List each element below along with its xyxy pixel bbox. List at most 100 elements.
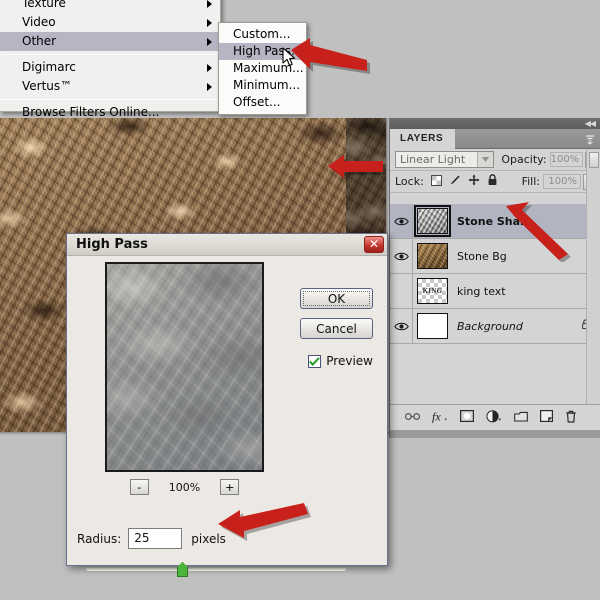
layer-style-fx-icon[interactable]: fx xyxy=(432,409,448,426)
menu-separator xyxy=(2,99,218,100)
lock-label: Lock: xyxy=(395,175,424,188)
high-pass-preview-image xyxy=(107,264,262,470)
eye-icon xyxy=(393,322,409,330)
menu-item-label: Video xyxy=(22,15,56,29)
layer-name[interactable]: Background xyxy=(457,320,581,333)
layer-thumbnail[interactable]: KING xyxy=(417,278,448,304)
submenu-item-label: Maximum... xyxy=(233,61,304,75)
zoom-in-button[interactable]: + xyxy=(220,479,240,495)
menu-item-label: Texture xyxy=(22,0,66,10)
table-row[interactable]: Background xyxy=(390,309,600,344)
submenu-item-label: Offset... xyxy=(233,95,281,109)
layer-visibility-toggle[interactable] xyxy=(390,204,413,238)
new-layer-icon[interactable] xyxy=(540,410,554,425)
eye-icon xyxy=(393,217,409,225)
move-lock-icon[interactable] xyxy=(468,174,480,189)
link-layers-icon[interactable] xyxy=(405,412,420,424)
dialog-titlebar[interactable]: High Pass ✕ xyxy=(67,234,387,256)
menu-item-other[interactable]: Other xyxy=(0,32,220,51)
scrollbar-thumb[interactable] xyxy=(588,152,599,168)
cancel-button[interactable]: Cancel xyxy=(300,318,373,339)
menu-item-label: Browse Filters Online... xyxy=(22,105,160,119)
submenu-item-maximum[interactable]: Maximum... xyxy=(219,60,306,77)
photoshop-screenshot: Texture Video Other Digimarc Vertus™ Bro… xyxy=(0,0,600,600)
submenu-arrow-icon xyxy=(207,0,212,8)
radius-slider-handle[interactable] xyxy=(177,562,188,577)
submenu-item-high-pass[interactable]: High Pass... xyxy=(219,43,306,60)
radius-slider[interactable] xyxy=(86,562,346,577)
radius-row: Radius: 25 pixels xyxy=(77,528,226,549)
submenu-arrow-icon xyxy=(207,82,212,91)
layer-visibility-toggle[interactable] xyxy=(390,274,413,308)
submenu-arrow-icon xyxy=(207,63,212,72)
menu-separator xyxy=(2,54,218,55)
menu-item-label: Digimarc xyxy=(22,60,76,74)
transparency-lock-icon[interactable] xyxy=(430,174,442,189)
filter-preview-thumbnail[interactable] xyxy=(105,262,264,472)
blend-mode-select[interactable]: Linear Light xyxy=(395,151,495,168)
new-group-folder-icon[interactable] xyxy=(514,411,528,425)
fill-value[interactable]: 100% xyxy=(543,174,581,189)
table-row[interactable]: Stone Bg xyxy=(390,239,600,274)
menu-item-video[interactable]: Video xyxy=(0,13,220,32)
radius-input[interactable]: 25 xyxy=(128,528,183,549)
submenu-item-custom[interactable]: Custom... xyxy=(219,26,306,43)
layer-visibility-toggle[interactable] xyxy=(390,239,413,273)
panel-top-dock-bar[interactable]: ◀◀ xyxy=(390,118,600,129)
lock-fill-row[interactable]: Lock: Fill: 100% xyxy=(390,171,600,193)
layer-thumbnail[interactable] xyxy=(417,313,448,339)
layer-visibility-toggle[interactable] xyxy=(390,309,413,343)
menu-item-label: Other xyxy=(22,34,57,48)
layer-thumbnail[interactable] xyxy=(417,243,448,269)
menu-item-vertus[interactable]: Vertus™ xyxy=(0,77,220,96)
dialog-title: High Pass xyxy=(76,237,148,252)
chevron-down-icon[interactable] xyxy=(477,152,494,167)
table-row[interactable]: KING king text xyxy=(390,274,600,309)
adjustment-layer-icon[interactable] xyxy=(486,409,502,426)
submenu-item-offset[interactable]: Offset... xyxy=(219,94,306,111)
opacity-label: Opacity: xyxy=(501,153,547,166)
paintbrush-lock-icon[interactable] xyxy=(449,174,461,189)
layers-scrollbar[interactable] xyxy=(586,149,600,404)
layer-thumbnail[interactable] xyxy=(414,205,451,237)
menu-item-label: Vertus™ xyxy=(22,79,73,93)
other-filters-submenu[interactable]: Custom... High Pass... Maximum... Minimu… xyxy=(218,22,307,115)
ok-button[interactable]: OK xyxy=(300,288,373,309)
blend-opacity-row[interactable]: Linear Light Opacity: 100% xyxy=(390,149,600,171)
collapse-panels-icon[interactable]: ◀◀ xyxy=(585,119,596,128)
submenu-arrow-icon xyxy=(207,18,212,27)
submenu-item-minimum[interactable]: Minimum... xyxy=(219,77,306,94)
dialog-body: - 100% + Radius: 25 pixels OK Cancel Pre… xyxy=(67,256,387,577)
layer-list[interactable]: Stone Sharp Stone Bg KING king text Back… xyxy=(390,204,600,404)
radius-label: Radius: xyxy=(77,531,122,546)
focus-ring xyxy=(303,291,370,306)
submenu-arrow-icon xyxy=(207,37,212,46)
menu-item-browse-filters-online[interactable]: Browse Filters Online... xyxy=(0,103,220,122)
layer-name[interactable]: Stone Bg xyxy=(457,250,600,263)
opacity-value[interactable]: 100% xyxy=(549,152,584,167)
preview-zoom-controls[interactable]: - 100% + xyxy=(105,478,264,496)
eye-icon xyxy=(393,252,409,260)
menu-item-texture[interactable]: Texture xyxy=(0,0,220,13)
fill-label: Fill: xyxy=(521,175,540,188)
layer-name[interactable]: king text xyxy=(457,285,600,298)
preview-checkbox[interactable] xyxy=(308,354,322,368)
close-icon[interactable]: ✕ xyxy=(364,236,384,253)
delete-layer-trash-icon[interactable] xyxy=(565,410,577,426)
high-pass-dialog[interactable]: High Pass ✕ - 100% + Radius: 25 pixels O… xyxy=(66,233,388,577)
panel-tab-row[interactable]: LAYERS xyxy=(390,129,600,149)
filter-menu[interactable]: Texture Video Other Digimarc Vertus™ Bro… xyxy=(0,0,221,119)
menu-item-digimarc[interactable]: Digimarc xyxy=(0,58,220,77)
layers-panel[interactable]: ◀◀ LAYERS Linear Light Opacity: 100% Loc… xyxy=(389,118,600,438)
panel-menu-icon[interactable] xyxy=(584,133,596,145)
lock-all-icon[interactable] xyxy=(487,174,498,189)
layers-bottom-toolbar[interactable]: fx xyxy=(390,404,600,430)
layer-thumbnail-text: KING xyxy=(422,287,443,295)
layer-name[interactable]: Stone Sharp xyxy=(457,215,600,228)
table-row[interactable]: Stone Sharp xyxy=(390,204,600,239)
preview-label: Preview xyxy=(326,354,373,368)
tab-layers[interactable]: LAYERS xyxy=(390,129,456,149)
zoom-out-button[interactable]: - xyxy=(129,479,149,495)
add-mask-icon[interactable] xyxy=(460,410,475,425)
preview-checkbox-group[interactable]: Preview xyxy=(308,354,373,368)
